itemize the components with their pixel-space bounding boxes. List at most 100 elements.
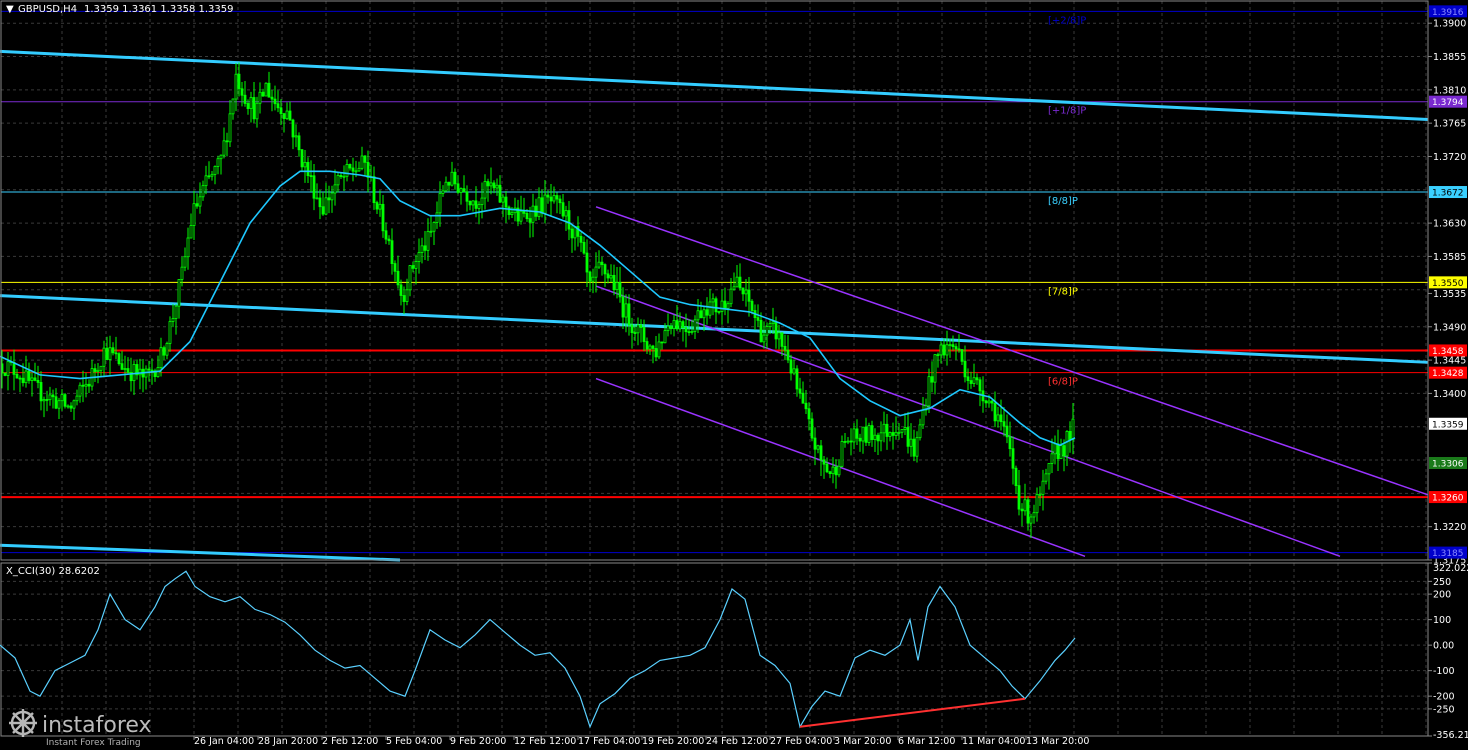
candle-body	[834, 466, 838, 476]
candle-body	[387, 238, 391, 242]
candle-body	[843, 441, 847, 443]
candle-body	[792, 368, 796, 374]
murrey-label: [+1/8]P	[1048, 106, 1086, 117]
candle-body	[210, 173, 214, 177]
candle-body	[756, 317, 760, 321]
candle-body	[912, 438, 916, 457]
candle-body	[501, 196, 505, 203]
candle-body	[594, 266, 598, 278]
candle-body	[570, 228, 574, 239]
time-axis-label: 6 Mar 12:00	[898, 736, 955, 747]
candle-body	[297, 135, 301, 151]
murrey-label: [8/8]P	[1048, 196, 1078, 207]
candle-body	[879, 432, 883, 442]
candle-body	[639, 324, 643, 328]
candle-body	[423, 245, 427, 251]
candle-body	[399, 284, 403, 296]
candle-body	[192, 203, 196, 226]
candle-body	[1041, 480, 1045, 495]
candle-body	[1047, 463, 1051, 475]
candle-body	[900, 428, 904, 433]
candle-body	[249, 97, 253, 110]
candle-body	[780, 332, 784, 347]
time-axis-label: 27 Feb 04:00	[770, 736, 832, 747]
candle-body	[1032, 512, 1036, 518]
candle-body	[462, 188, 466, 193]
candle-body	[174, 305, 178, 319]
candle-body	[492, 182, 496, 189]
candle-body	[906, 427, 910, 447]
candle-body	[1065, 430, 1069, 457]
candle-body	[1038, 493, 1042, 496]
candle-body	[963, 360, 967, 378]
price-axis-label: 1.3585	[1433, 252, 1466, 263]
candle-body	[411, 265, 415, 269]
candle-body	[471, 200, 475, 206]
candle-body	[774, 321, 778, 340]
candle-body	[213, 166, 217, 175]
time-axis-label: 9 Feb 20:00	[450, 736, 506, 747]
candle-body	[531, 205, 535, 223]
candle-body	[366, 161, 370, 178]
candle-body	[864, 426, 868, 443]
candle-body	[600, 261, 604, 266]
candle-body	[204, 175, 208, 187]
candle-body	[945, 344, 949, 356]
candle-body	[624, 303, 628, 318]
candle-body	[645, 341, 649, 350]
time-axis-label: 12 Feb 12:00	[514, 736, 576, 747]
candle-body	[672, 320, 676, 330]
candle-body	[588, 271, 592, 282]
candle-body	[723, 300, 727, 309]
candle-body	[831, 466, 835, 475]
candle-body	[498, 184, 502, 203]
price-chart[interactable]: [+2/8]P[+1/8]P[8/8]P[7/8]P[6/8]P 1.39001…	[0, 0, 1468, 750]
candle-body	[306, 161, 310, 177]
candle-body	[1068, 430, 1072, 441]
candle-body	[936, 354, 940, 357]
price-tag-label: 1.3458	[1432, 347, 1464, 357]
candle-body	[75, 395, 79, 402]
candle-body	[222, 140, 226, 156]
cci-axis-label: -356.214	[1433, 730, 1468, 741]
candle-body	[183, 256, 187, 268]
candle-body	[108, 347, 112, 360]
price-tag-label: 1.3550	[1432, 279, 1464, 289]
candle-body	[909, 438, 913, 447]
candle-body	[339, 175, 343, 178]
candle-body	[549, 196, 553, 202]
candle-body	[1017, 485, 1021, 510]
candle-body	[813, 437, 817, 450]
candle-body	[39, 382, 43, 402]
candle-body	[417, 252, 421, 262]
candle-body	[459, 188, 463, 193]
candle-body	[441, 190, 445, 194]
candle-body	[1053, 443, 1057, 455]
candle-body	[954, 346, 958, 350]
candle-body	[315, 197, 319, 200]
candle-body	[822, 459, 826, 465]
candle-body	[558, 198, 562, 204]
candle-body	[489, 182, 493, 187]
candle-body	[762, 334, 766, 343]
candle-body	[285, 110, 289, 120]
price-axis-label: 1.3720	[1433, 152, 1466, 163]
candle-body	[447, 181, 451, 186]
cci-axis-label: -100	[1433, 666, 1455, 677]
candle-body	[282, 113, 286, 120]
candle-body	[969, 380, 973, 384]
candle-body	[978, 379, 982, 392]
symbol-menu-arrow[interactable]: ▼	[6, 4, 14, 15]
time-axis: 26 Jan 04:00 28 Jan 20:00 2 Feb 12:00 5 Feb…	[193, 736, 1089, 747]
candle-body	[27, 370, 31, 381]
candle-body	[105, 347, 109, 360]
candle-body	[117, 353, 121, 365]
candle-body	[678, 321, 682, 330]
candle-body	[63, 394, 67, 407]
candle-body	[291, 119, 295, 138]
candle-body	[201, 185, 205, 198]
candle-body	[957, 348, 961, 351]
candle-body	[87, 383, 91, 387]
candle-body	[990, 400, 994, 404]
price-axis-label: 1.3900	[1433, 19, 1466, 30]
